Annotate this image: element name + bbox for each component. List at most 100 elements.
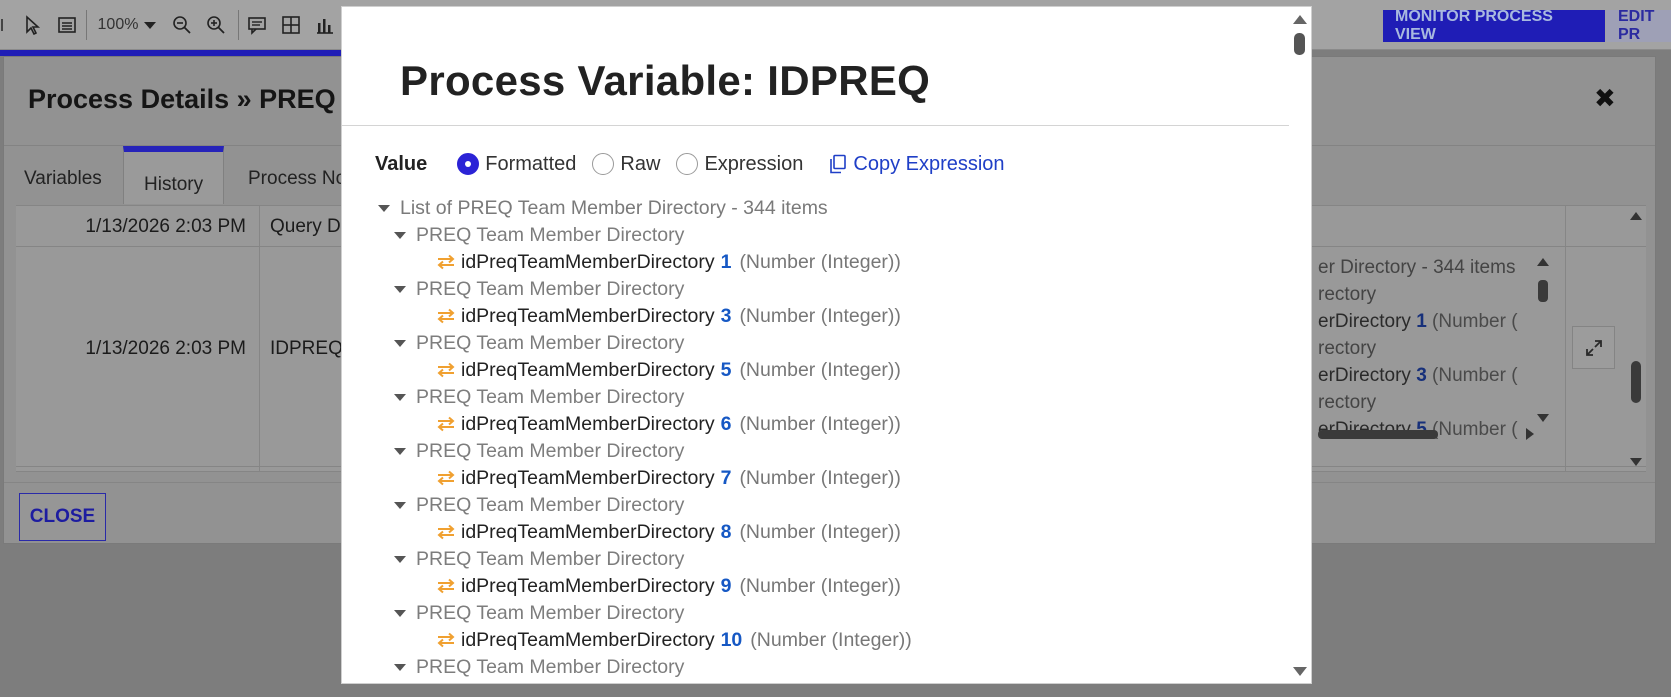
row-name: IDPREQ [270,338,343,359]
tree-group[interactable]: PREQ Team Member Directory [394,384,684,410]
scroll-down-arrow[interactable] [1537,414,1549,422]
zoom-value: 100% [97,16,139,33]
close-button[interactable]: CLOSE [19,493,106,541]
tree-root-label: List of PREQ Team Member Directory - 344… [400,196,828,219]
field-value: 11 [721,683,742,684]
radio-button[interactable] [592,153,615,175]
tree-leaf: idPreqTeamMemberDirectory 10 (Number (Inte… [436,627,912,653]
caret-down-icon[interactable] [394,285,406,293]
tree-group[interactable]: PREQ Team Member Directory [394,222,684,248]
dialog-title: Process Details » PREQ [28,84,336,114]
tab-monitor-process-view[interactable]: MONITOR PROCESS VIEW [1383,8,1605,43]
field-name: idPreqTeamMemberDirectory [461,358,715,381]
caret-down-icon[interactable] [394,231,406,239]
caret-down-icon[interactable] [394,447,406,455]
tree-group[interactable]: PREQ Team Member Directory [394,330,684,356]
scroll-thumb[interactable] [1318,430,1438,439]
caret-down-icon[interactable] [378,204,390,212]
copy-expression-link[interactable]: Copy Expression [829,153,1005,176]
tree-group-label: PREQ Team Member Directory [416,331,685,354]
process-variable-modal: Process Variable: IDPREQ Value Formatted… [341,6,1312,684]
tab-variables[interactable]: Variables [24,168,102,190]
caret-down-icon[interactable] [394,393,406,401]
tree-group[interactable]: PREQ Team Member Directory [394,654,684,680]
preview-hscrollbar[interactable] [1318,427,1538,441]
grid-icon[interactable] [279,13,303,37]
swap-arrows-icon [437,524,455,540]
tree-leaf: idPreqTeamMemberDirectory 11 (Number (Inte… [436,681,911,684]
close-icon[interactable]: ✖ [1594,83,1616,114]
toolbar-divider [238,10,239,40]
modal-vscrollbar[interactable] [1289,7,1311,683]
tree-group[interactable]: PREQ Team Member Directory [394,546,684,572]
caret-down-icon[interactable] [394,609,406,617]
swap-arrows-icon [437,254,455,270]
preview-line: rectory [1318,392,1377,413]
tab-process-notes[interactable]: Process No [248,168,346,190]
zoom-select[interactable]: 100% [96,13,158,37]
tree-group-label: PREQ Team Member Directory [416,601,685,624]
field-type: (Number (Integer)) [739,304,901,327]
radio-expression[interactable]: Expression [676,153,803,176]
field-value: 10 [720,628,743,651]
row-date: 1/13/2026 2:03 PM [85,216,246,237]
swap-arrows-icon [437,416,455,432]
row-name: Query D [270,216,341,237]
tab-edit-process[interactable]: EDIT PR [1606,8,1671,43]
tree-group[interactable]: PREQ Team Member Directory [394,276,684,302]
radio-formatted[interactable]: Formatted [457,153,576,176]
radio-raw[interactable]: Raw [592,153,660,176]
row-date: 1/13/2026 2:03 PM [85,338,246,359]
toolbar-divider [86,10,87,40]
radio-button-selected[interactable] [457,153,480,175]
caret-down-icon[interactable] [394,339,406,347]
pointer-icon[interactable] [20,13,44,37]
caret-down-icon[interactable] [394,501,406,509]
field-value: 9 [720,574,732,597]
scroll-thumb[interactable] [1538,280,1548,302]
scroll-up-arrow[interactable] [1537,258,1549,266]
scroll-up-arrow[interactable] [1630,212,1642,220]
field-value: 7 [720,466,732,489]
tree-group[interactable]: PREQ Team Member Directory [394,600,684,626]
scroll-thumb[interactable] [1631,361,1641,403]
caret-down-icon[interactable] [394,663,406,671]
swap-arrows-icon [437,308,455,324]
field-name: idPreqTeamMemberDirectory [461,520,715,543]
tab-history[interactable]: History [123,146,225,204]
table-vscrollbar[interactable] [1628,206,1644,471]
preview-vscrollbar[interactable] [1536,254,1550,422]
swap-arrows-icon [437,578,455,594]
field-type: (Number (Integer)) [739,250,901,273]
expand-button[interactable] [1572,326,1615,369]
copy-icon [830,154,847,174]
scroll-up-arrow[interactable] [1293,15,1307,24]
tree-group[interactable]: PREQ Team Member Directory [394,492,684,518]
field-type: (Number (Integer)) [739,412,901,435]
grip-icon [0,13,6,37]
field-type: (Number (Integer)) [739,574,901,597]
zoom-out-icon[interactable] [170,13,194,37]
swap-arrows-icon [437,632,455,648]
scroll-down-arrow[interactable] [1630,458,1642,466]
tree-leaf: idPreqTeamMemberDirectory 8 (Number (Integ… [436,519,901,545]
tree-group-label: PREQ Team Member Directory [416,655,685,678]
value-format-row: Value Formatted Raw Expression Copy Expr… [375,151,1005,177]
list-icon[interactable] [55,13,79,37]
scroll-right-arrow[interactable] [1526,428,1534,440]
tree-root[interactable]: List of PREQ Team Member Directory - 344… [378,195,828,221]
bar-chart-icon[interactable] [313,13,337,37]
chevron-down-icon [144,21,157,29]
field-type: (Number (Integer)) [739,466,901,489]
field-value: 6 [720,412,732,435]
swap-arrows-icon [437,362,455,378]
scroll-thumb[interactable] [1294,33,1305,55]
field-type: (Number (Integer)) [750,628,912,651]
comment-icon[interactable] [245,13,269,37]
scroll-down-arrow[interactable] [1293,667,1307,676]
field-name: idPreqTeamMemberDirectory [461,304,715,327]
zoom-in-icon[interactable] [204,13,228,37]
radio-button[interactable] [676,153,699,175]
tree-group[interactable]: PREQ Team Member Directory [394,438,684,464]
caret-down-icon[interactable] [394,555,406,563]
